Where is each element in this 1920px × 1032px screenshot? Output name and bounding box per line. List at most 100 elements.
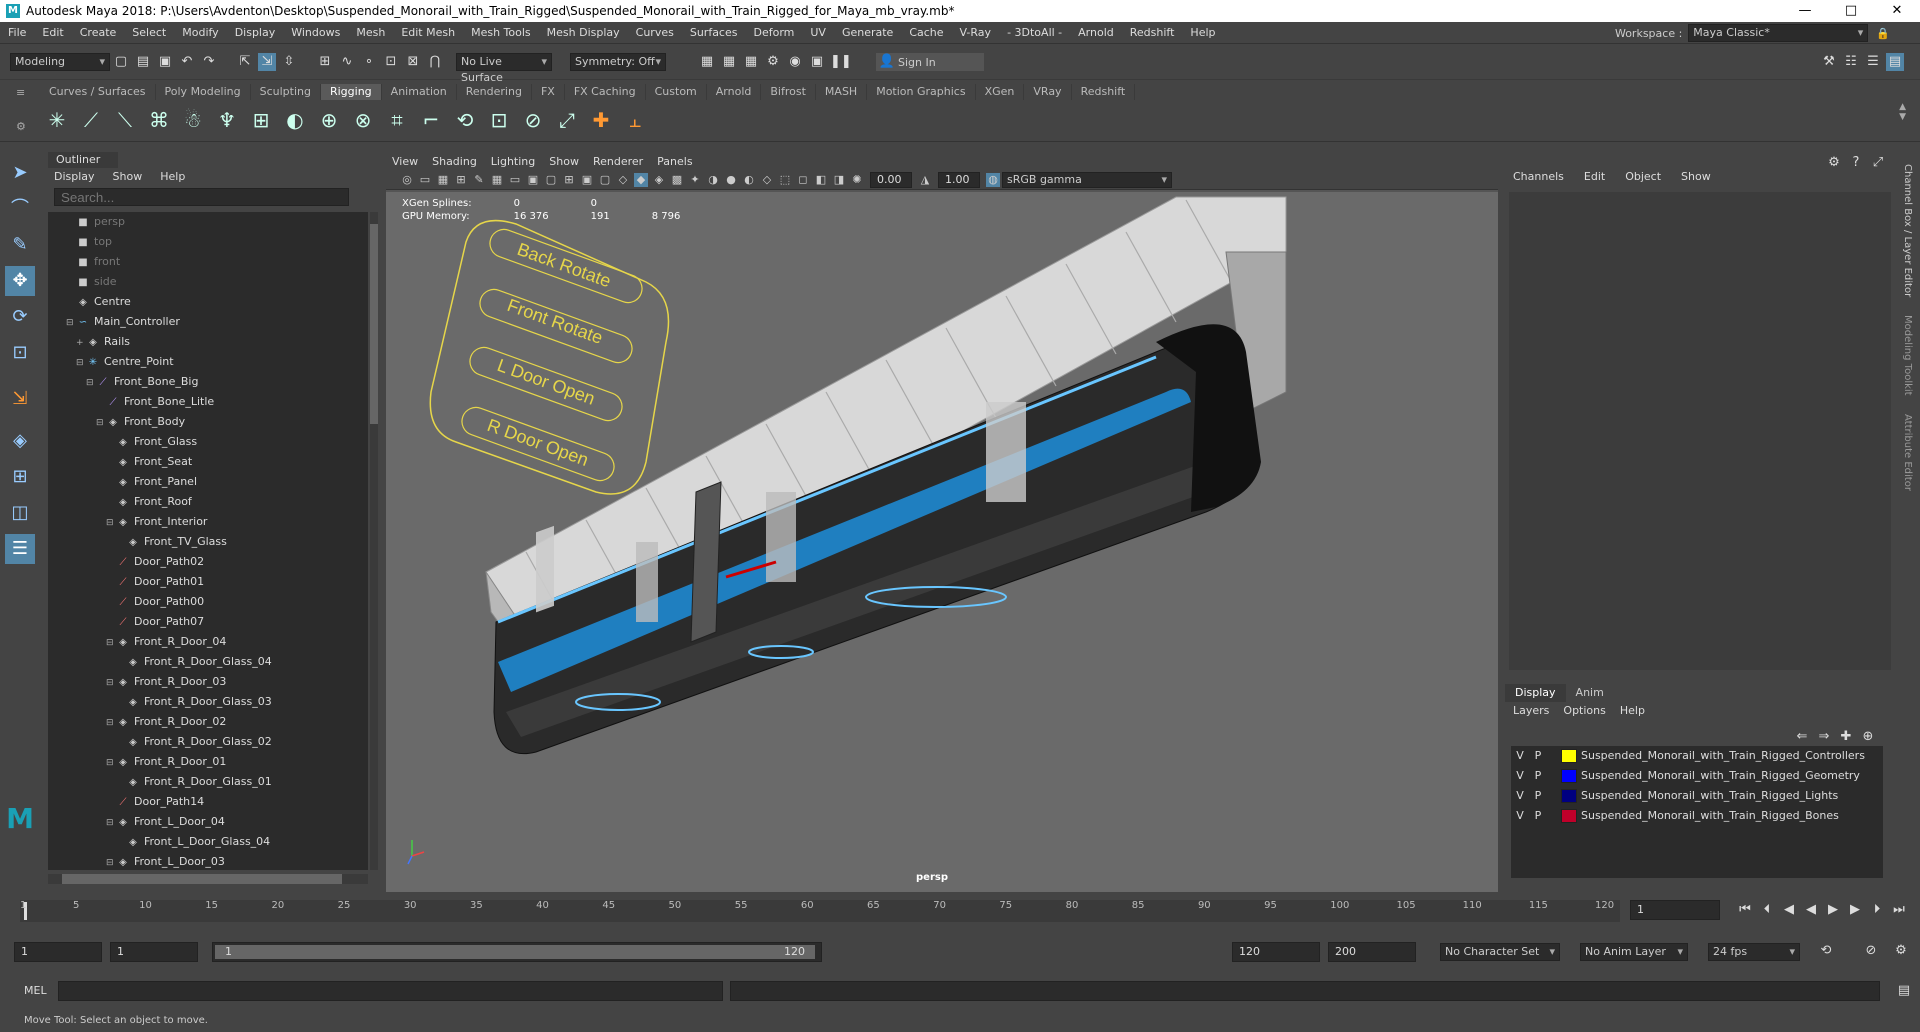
bookmark-icon[interactable]: ▭: [418, 173, 432, 187]
paint-select-icon[interactable]: ✎: [5, 230, 35, 260]
outliner-item[interactable]: ⊟ ◈ Front_R_Door_03: [48, 672, 368, 692]
move-tool-icon[interactable]: ✥: [5, 266, 35, 296]
two-view-icon[interactable]: ◫: [5, 498, 35, 528]
shelf-tab-bifrost[interactable]: Bifrost: [761, 84, 816, 100]
channel-menu-show[interactable]: Show: [1681, 170, 1711, 183]
new-scene-icon[interactable]: ▢: [112, 53, 130, 71]
outliner-item[interactable]: ◈ Centre: [48, 292, 368, 312]
skeleton-icon[interactable]: ♆: [214, 106, 240, 134]
parent-constraint-icon[interactable]: ⊘: [520, 106, 546, 134]
camera-attributes-icon[interactable]: ◎: [400, 173, 414, 187]
menu-item-cache[interactable]: Cache: [901, 26, 951, 39]
channel-box-options-icon[interactable]: ⚙: [1825, 154, 1843, 172]
expand-toggle-icon[interactable]: ⊟: [106, 813, 116, 833]
select-tool-icon[interactable]: ➤: [5, 158, 35, 188]
channel-box-icon[interactable]: ▤: [1886, 53, 1904, 71]
wireframe-on-shaded-icon[interactable]: ◈: [652, 173, 666, 187]
rotate-tool-icon[interactable]: ⟳: [5, 302, 35, 332]
start-time-field[interactable]: 1: [14, 942, 102, 962]
playback-start-field[interactable]: 1: [110, 942, 198, 962]
outliner-item[interactable]: ◈ Front_R_Door_Glass_02: [48, 732, 368, 752]
ik-handle-icon[interactable]: ⟋: [78, 106, 104, 134]
menu-item-deform[interactable]: Deform: [745, 26, 802, 39]
outliner-scrollbar[interactable]: [370, 212, 378, 870]
outliner-item[interactable]: ■ persp: [48, 212, 368, 232]
shelf-settings-icon[interactable]: ⚙: [16, 120, 26, 133]
layer-name[interactable]: Suspended_Monorail_with_Train_Rigged_Bon…: [1581, 806, 1839, 826]
menu-item-select[interactable]: Select: [124, 26, 174, 39]
side-tab-attribute-editor[interactable]: Attribute Editor: [1902, 414, 1913, 491]
viewport-3d[interactable]: Back Rotate Front Rotate L Door Open R D…: [386, 192, 1498, 892]
channel-menu-channels[interactable]: Channels: [1513, 170, 1564, 183]
channel-menu-object[interactable]: Object: [1625, 170, 1661, 183]
layer-menu-layers[interactable]: Layers: [1513, 704, 1549, 717]
layer-name[interactable]: Suspended_Monorail_with_Train_Rigged_Con…: [1581, 746, 1865, 766]
side-tab-channel-box[interactable]: Channel Box / Layer Editor: [1902, 164, 1913, 297]
modeling-toolkit-icon[interactable]: ⚒: [1820, 53, 1838, 71]
menu-item-modify[interactable]: Modify: [174, 26, 226, 39]
shelf-tab-vray[interactable]: VRay: [1024, 84, 1072, 100]
cluster-icon[interactable]: ⌗: [384, 106, 410, 134]
outliner-item[interactable]: ■ side: [48, 272, 368, 292]
menu-item-help[interactable]: Help: [1182, 26, 1223, 39]
locator-icon[interactable]: ✚: [588, 106, 614, 134]
anti-aliasing-icon[interactable]: ◇: [760, 173, 774, 187]
step-forward-icon[interactable]: ⏵: [1868, 901, 1886, 919]
menu-item-windows[interactable]: Windows: [283, 26, 348, 39]
render-sequence-icon[interactable]: ▦: [720, 53, 738, 71]
shelf-tab-motion-graphics[interactable]: Motion Graphics: [867, 84, 976, 100]
shelf-tab-sculpting[interactable]: Sculpting: [251, 84, 321, 100]
field-chart-icon[interactable]: ⊞: [562, 173, 576, 187]
lasso-tool-icon[interactable]: ⌒: [5, 194, 35, 224]
menu-item-mesh[interactable]: Mesh: [348, 26, 393, 39]
playback-end-field[interactable]: 120: [1232, 942, 1320, 962]
undo-icon[interactable]: ↶: [178, 53, 196, 71]
layer-name[interactable]: Suspended_Monorail_with_Train_Rigged_Lig…: [1581, 786, 1838, 806]
shadows-icon[interactable]: ◑: [706, 173, 720, 187]
layer-color-swatch[interactable]: [1561, 749, 1577, 763]
outliner-item[interactable]: ⊟ ◈ Front_Body: [48, 412, 368, 432]
outliner-item[interactable]: ◈ Front_R_Door_Glass_01: [48, 772, 368, 792]
outliner-item[interactable]: ⊟ ◈ Front_L_Door_04: [48, 812, 368, 832]
viewport-menu-renderer[interactable]: Renderer: [593, 155, 643, 168]
outliner-menu-help[interactable]: Help: [160, 170, 185, 184]
point-constraint-icon[interactable]: ⌐: [418, 106, 444, 134]
outliner-item[interactable]: ⟋ Door_Path07: [48, 612, 368, 632]
shelf-menu-icon[interactable]: ≡: [16, 86, 25, 99]
layer-color-swatch[interactable]: [1561, 809, 1577, 823]
menu-item-curves[interactable]: Curves: [628, 26, 682, 39]
new-layer-icon[interactable]: ✚: [1837, 728, 1855, 746]
outliner-item[interactable]: ⊟ ◈ Front_R_Door_01: [48, 752, 368, 772]
shelf-tab-rigging[interactable]: Rigging: [320, 84, 382, 100]
expand-toggle-icon[interactable]: ⊟: [106, 673, 116, 693]
two-d-pan-icon[interactable]: ⊞: [454, 173, 468, 187]
shelf-tab-poly-modeling[interactable]: Poly Modeling: [156, 84, 251, 100]
visibility-toggle[interactable]: V: [1511, 806, 1529, 826]
maximize-button[interactable]: □: [1828, 0, 1874, 22]
outliner-item[interactable]: ⊟ ◈ Front_Interior: [48, 512, 368, 532]
outliner-menu-display[interactable]: Display: [54, 170, 95, 184]
visibility-toggle[interactable]: V: [1511, 786, 1529, 806]
outliner-hscrollbar[interactable]: [48, 874, 368, 884]
outliner-item[interactable]: ■ top: [48, 232, 368, 252]
select-component-icon[interactable]: ⇳: [280, 53, 298, 71]
xray-joints-icon[interactable]: ◧: [814, 173, 828, 187]
outliner-item[interactable]: ⊟ ✳ Centre_Point: [48, 352, 368, 372]
outliner-item[interactable]: ■ front: [48, 252, 368, 272]
orient-constraint-icon[interactable]: ⊡: [486, 106, 512, 134]
expand-toggle-icon[interactable]: ⊟: [106, 713, 116, 733]
isolate-select-icon[interactable]: ⬚: [778, 173, 792, 187]
ik-fk-icon[interactable]: ⫠: [622, 106, 648, 134]
menu-item-uv[interactable]: UV: [802, 26, 834, 39]
redo-icon[interactable]: ↷: [200, 53, 218, 71]
screen-space-ao-icon[interactable]: ●: [724, 173, 738, 187]
ik-spline-icon[interactable]: ⟍: [112, 106, 138, 134]
outliner-item[interactable]: ◈ Front_Panel: [48, 472, 368, 492]
outliner-item[interactable]: ◈ Front_Seat: [48, 452, 368, 472]
minimize-button[interactable]: —: [1782, 0, 1828, 22]
outliner-item[interactable]: ⊟ ∽ Main_Controller: [48, 312, 368, 332]
shelf-tab-mash[interactable]: MASH: [816, 84, 868, 100]
shelf-tab-fx-caching[interactable]: FX Caching: [565, 84, 646, 100]
outliner-item[interactable]: ⊟ ◈ Front_R_Door_02: [48, 712, 368, 732]
bind-skin-icon[interactable]: ⊞: [248, 106, 274, 134]
